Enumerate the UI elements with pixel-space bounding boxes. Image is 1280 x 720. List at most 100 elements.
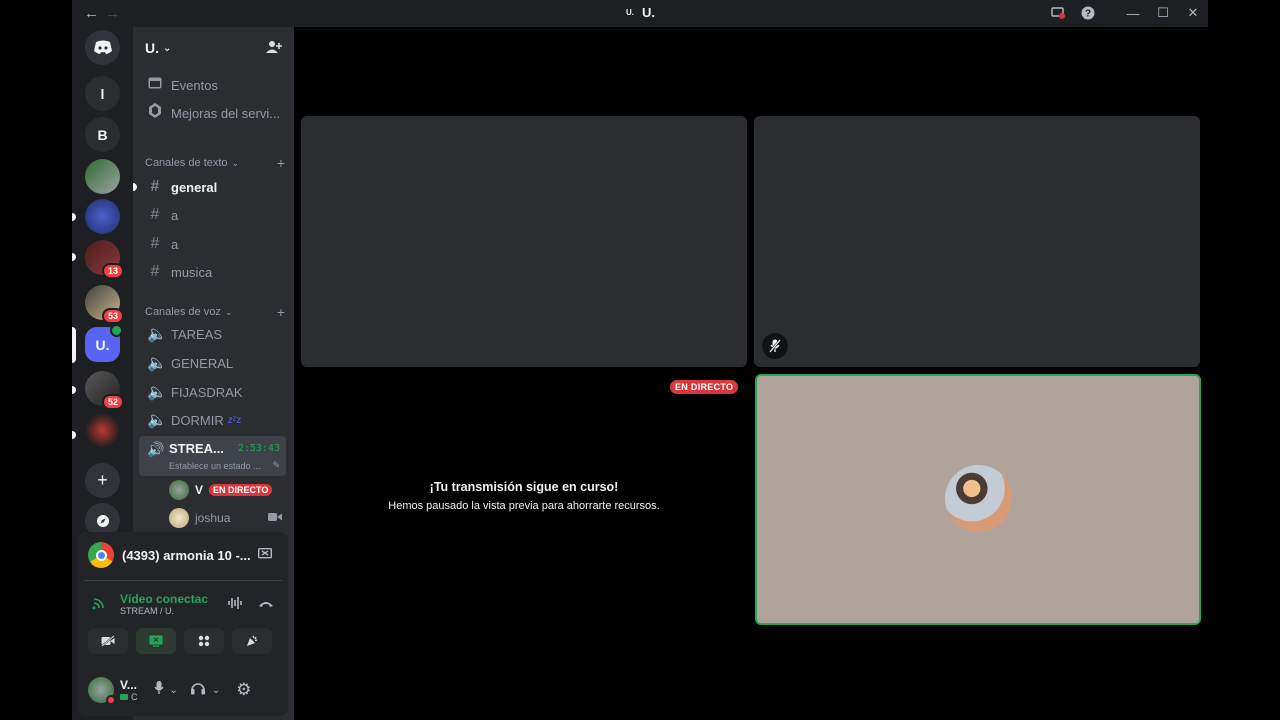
help-icon[interactable]: ?: [1078, 4, 1098, 22]
voice-connection-row: Vídeo conectac STREAM / U.: [78, 587, 288, 621]
settings-gear-icon[interactable]: ⚙: [236, 680, 251, 700]
video-tile-empty-2[interactable]: [754, 116, 1200, 367]
avatar: [169, 480, 189, 500]
user-avatar[interactable]: [88, 677, 116, 705]
user-name-block[interactable]: V... C: [120, 678, 138, 702]
participant-avatar: [945, 465, 1012, 532]
paused-title: ¡Tu transmisión sigue en curso!: [429, 480, 619, 494]
chevron-down-icon: ⌄: [224, 306, 233, 317]
create-channel-icon[interactable]: +: [277, 155, 285, 171]
screen-share-button[interactable]: [136, 628, 176, 654]
avatar: [169, 508, 189, 528]
voice-channel-stream-active[interactable]: 🔊 STREA... 2:53:43 Establece un estado .…: [139, 436, 286, 476]
category-label: Canales de texto: [145, 157, 228, 169]
server-u-selected[interactable]: U.: [85, 324, 123, 362]
create-channel-icon[interactable]: +: [277, 304, 285, 320]
voice-controls-row: [78, 626, 288, 656]
noise-suppression-icon[interactable]: [228, 596, 244, 612]
boosts-label: Mejoras del servi...: [171, 105, 281, 121]
voice-member-joshua[interactable]: joshua: [169, 507, 282, 529]
events-label: Eventos: [171, 77, 218, 93]
svg-text:?: ?: [1085, 9, 1091, 20]
sleep-icon: zᶻz: [227, 414, 242, 426]
voice-active-icon: [110, 324, 123, 337]
hashtag-icon: #: [150, 235, 160, 252]
mention-badge: 13: [101, 263, 124, 279]
voice-member-v[interactable]: V EN DIRECTO: [169, 479, 282, 501]
channel-a-2[interactable]: # a: [141, 231, 286, 257]
close-icon[interactable]: ✕: [1183, 4, 1203, 22]
signal-icon[interactable]: [92, 596, 106, 613]
stop-stream-icon[interactable]: [257, 547, 273, 563]
server-green-avatar[interactable]: [85, 159, 120, 194]
add-server-icon[interactable]: +: [85, 463, 120, 498]
server-blue-avatar[interactable]: [85, 199, 120, 234]
boost-icon: [147, 103, 163, 123]
channel-label: STREA...: [169, 441, 224, 456]
voice-channel-fijasdrak[interactable]: 🔈 FIJASDRAK: [141, 379, 286, 405]
speaking-video-tile[interactable]: [755, 374, 1201, 625]
channel-musica[interactable]: # musica: [141, 259, 286, 285]
screen-share-icon[interactable]: [1048, 4, 1068, 22]
mention-badge: 52: [101, 394, 124, 410]
server-header[interactable]: U. ⌄: [133, 27, 294, 69]
server-folder-2[interactable]: 52: [85, 371, 124, 410]
camera-off-button[interactable]: [88, 628, 128, 654]
unread-pill: [72, 431, 76, 439]
chevron-down-icon[interactable]: ⌄: [212, 685, 220, 696]
voice-location[interactable]: STREAM / U.: [120, 606, 208, 616]
voice-channels-category[interactable]: Canales de voz ⌄ +: [145, 304, 285, 320]
text-channels-category[interactable]: Canales de texto ⌄ +: [145, 155, 285, 171]
unread-pill: [72, 386, 76, 394]
maximize-icon[interactable]: ☐: [1153, 4, 1173, 22]
activities-button[interactable]: [184, 628, 224, 654]
server-red-avatar[interactable]: 13: [85, 240, 124, 279]
events-item[interactable]: Eventos: [141, 72, 286, 98]
channel-label: musica: [171, 264, 213, 280]
server-l[interactable]: l: [85, 76, 120, 111]
user-info-row: V... C ⌄ ⌄ ⚙: [78, 672, 288, 708]
chrome-icon: [88, 542, 114, 568]
disconnect-icon[interactable]: [258, 595, 274, 613]
minimize-icon[interactable]: —: [1123, 4, 1143, 22]
back-arrow-icon[interactable]: ←: [84, 5, 99, 22]
divider: [84, 580, 282, 581]
forward-arrow-icon[interactable]: →: [105, 5, 120, 22]
category-label: Canales de voz: [145, 306, 221, 318]
window-title: U. U.: [626, 5, 655, 20]
voice-channel-general[interactable]: 🔈 GENERAL: [141, 350, 286, 376]
hashtag-icon: #: [150, 263, 160, 280]
discord-home-icon[interactable]: [85, 30, 120, 65]
channel-status[interactable]: Establece un estado ...: [169, 461, 261, 471]
paused-preview-message: ¡Tu transmisión sigue en curso! Hemos pa…: [301, 480, 747, 512]
user-panel: (4393) armonia 10 -... Vídeo conectac ST…: [78, 532, 288, 716]
edit-pencil-icon[interactable]: ✎: [272, 460, 280, 471]
server-boosts-item[interactable]: Mejoras del servi...: [141, 100, 286, 126]
chevron-down-icon[interactable]: ⌄: [170, 685, 178, 696]
video-tile-empty-1[interactable]: [301, 116, 747, 367]
invite-people-icon[interactable]: [266, 40, 282, 57]
user-name: V...: [120, 678, 137, 692]
server-b[interactable]: B: [85, 117, 120, 152]
channel-label: DORMIR: [171, 412, 224, 428]
active-stream-row[interactable]: (4393) armonia 10 -...: [78, 540, 288, 570]
channel-general[interactable]: # general: [141, 174, 286, 200]
headphones-icon[interactable]: [190, 681, 206, 700]
unread-pill: [72, 213, 76, 221]
server-folder[interactable]: 53: [85, 285, 124, 324]
video-camera-icon: [268, 512, 282, 525]
server-dark-avatar[interactable]: [85, 413, 120, 448]
soundboard-button[interactable]: [232, 628, 272, 654]
microphone-icon[interactable]: [153, 680, 164, 700]
channel-a[interactable]: # a: [141, 202, 286, 228]
hashtag-icon: #: [150, 178, 160, 195]
discord-window: ← → U. U. ? — ☐ ✕ l B 13 53 U. 52 + U. ⌄…: [72, 0, 1208, 720]
voice-channel-tareas[interactable]: 🔈 TAREAS: [141, 321, 286, 347]
server-name: U.: [145, 40, 159, 56]
member-name: V: [195, 483, 204, 497]
stream-status-icon: [120, 694, 128, 700]
channel-label: a: [171, 236, 179, 252]
mention-badge: 53: [101, 308, 124, 324]
paused-subtitle: Hemos pausado la vista previa para ahorr…: [388, 500, 660, 512]
voice-channel-dormir[interactable]: 🔈 DORMIR zᶻz: [141, 407, 286, 433]
